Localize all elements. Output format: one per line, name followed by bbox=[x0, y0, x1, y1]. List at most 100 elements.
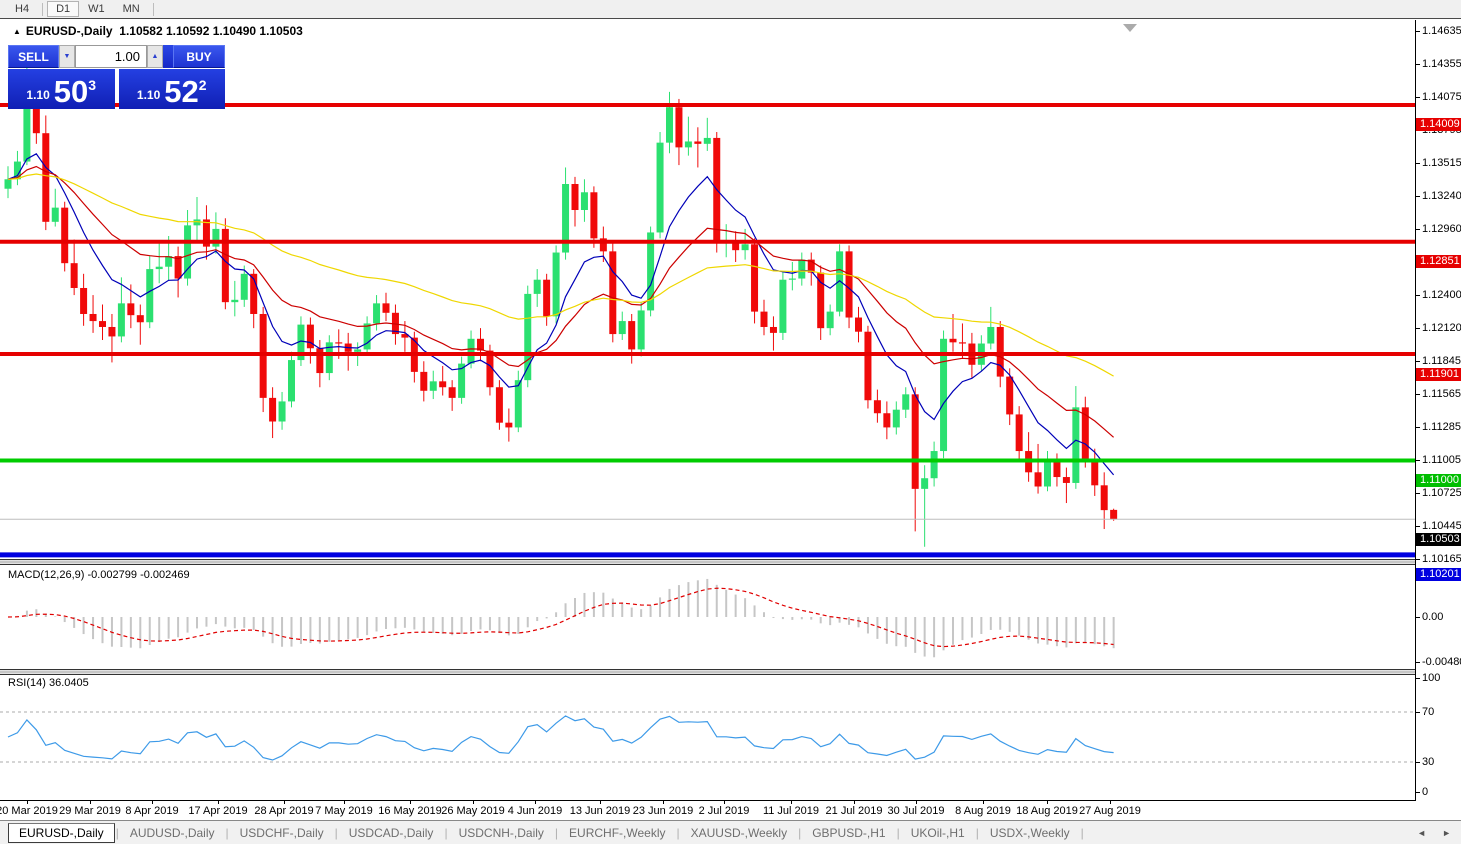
tab-separator: | bbox=[897, 826, 900, 840]
level-badge-1.12851: 1.12851 bbox=[1416, 255, 1461, 268]
level-badge-1.11901: 1.11901 bbox=[1416, 368, 1461, 381]
chart-tab-bar: EURUSD-,Daily | AUDUSD-,Daily | USDCHF-,Dail… bbox=[0, 820, 1461, 844]
tick-label: 1.12960 bbox=[1422, 223, 1461, 235]
candle bbox=[137, 315, 144, 322]
tick-label: 1.10165 bbox=[1422, 553, 1461, 565]
date-label: 29 Mar 2019 bbox=[59, 805, 121, 817]
candle bbox=[742, 244, 749, 250]
volume-decrease-button[interactable]: ▼ bbox=[59, 45, 75, 68]
candle bbox=[335, 342, 342, 343]
chart-tab-audusd-daily[interactable]: AUDUSD-,Daily bbox=[120, 824, 225, 842]
candle bbox=[685, 141, 692, 147]
candle bbox=[553, 253, 560, 317]
price-axis[interactable]: 1.146351.143551.140751.137951.135151.132… bbox=[1415, 20, 1461, 800]
tick-dash bbox=[1416, 460, 1420, 461]
candle bbox=[279, 401, 286, 421]
tick-dash bbox=[1416, 31, 1420, 32]
main-price-pane bbox=[0, 49, 1415, 555]
candle bbox=[184, 225, 191, 278]
rsi-pane bbox=[0, 712, 1415, 762]
level-badge-1.14009: 1.14009 bbox=[1416, 118, 1461, 131]
tick-dash bbox=[1416, 493, 1420, 494]
current-price-badge: 1.10503 bbox=[1416, 533, 1461, 546]
date-tick bbox=[473, 801, 474, 804]
date-label: 13 Jun 2019 bbox=[570, 805, 631, 817]
chart-tab-usdx-weekly[interactable]: USDX-,Weekly bbox=[980, 824, 1080, 842]
candle bbox=[675, 107, 682, 147]
chart-tab-xauusd-weekly[interactable]: XAUUSD-,Weekly bbox=[681, 824, 797, 842]
candle bbox=[212, 229, 219, 247]
one-click-trading-panel: SELL ▼ 1.00 ▲ BUY 1.10 50 3 1.10 52 2 bbox=[8, 45, 225, 109]
candle bbox=[572, 184, 579, 210]
tick-label: 1.13240 bbox=[1422, 190, 1461, 202]
date-tick bbox=[600, 801, 601, 804]
chart-tab-ukoil-h1[interactable]: UKOil-,H1 bbox=[901, 824, 975, 842]
tick-dash bbox=[1416, 394, 1420, 395]
candle bbox=[893, 410, 900, 428]
tick-dash bbox=[1416, 97, 1420, 98]
tick-label: 1.10445 bbox=[1422, 520, 1461, 532]
date-axis[interactable]: 20 Mar 201929 Mar 20198 Apr 201917 Apr 2… bbox=[0, 800, 1416, 819]
candle bbox=[468, 339, 475, 364]
ohlc-values: 1.10582 1.10592 1.10490 1.10503 bbox=[119, 24, 303, 38]
candle bbox=[420, 372, 427, 391]
candle bbox=[1063, 477, 1070, 483]
candle bbox=[694, 141, 701, 143]
date-label: 17 Apr 2019 bbox=[188, 805, 247, 817]
tab-scroll-left-icon[interactable]: ◄ bbox=[1417, 828, 1426, 838]
candle bbox=[931, 451, 938, 478]
candle bbox=[657, 143, 664, 233]
candle bbox=[789, 279, 796, 280]
chart-tab-usdcad-daily[interactable]: USDCAD-,Daily bbox=[339, 824, 444, 842]
date-label: 20 Mar 2019 bbox=[0, 805, 58, 817]
tab-separator: | bbox=[976, 826, 979, 840]
timeframe-button-h4[interactable]: H4 bbox=[6, 1, 38, 17]
tick-dash bbox=[1416, 427, 1420, 428]
tick-label: 1.11005 bbox=[1422, 454, 1461, 466]
date-tick bbox=[791, 801, 792, 804]
chart-tab-eurusd-daily[interactable]: EURUSD-,Daily bbox=[8, 823, 115, 843]
level-badge-1.10201: 1.10201 bbox=[1416, 568, 1461, 581]
buy-price-prefix: 1.10 bbox=[137, 88, 160, 102]
buy-button[interactable]: BUY bbox=[173, 45, 225, 68]
chart-tab-eurchf-weekly[interactable]: EURCHF-,Weekly bbox=[559, 824, 675, 842]
chart-tab-usdchf-daily[interactable]: USDCHF-,Daily bbox=[230, 824, 334, 842]
tick-label: -0.004806 bbox=[1422, 656, 1461, 668]
timeframe-button-mn[interactable]: MN bbox=[114, 1, 149, 17]
sell-button[interactable]: SELL bbox=[8, 45, 59, 68]
candle bbox=[505, 423, 512, 428]
tick-label: 1.13515 bbox=[1422, 157, 1461, 169]
trade-panel-quotes-row: 1.10 50 3 1.10 52 2 bbox=[8, 69, 225, 109]
buy-quote-button[interactable]: 1.10 52 2 bbox=[119, 69, 226, 109]
sell-quote-button[interactable]: 1.10 50 3 bbox=[8, 69, 115, 109]
volume-input[interactable]: 1.00 bbox=[75, 45, 147, 68]
chart-canvas[interactable] bbox=[0, 20, 1415, 800]
tick-dash bbox=[1416, 678, 1420, 679]
date-label: 21 Jul 2019 bbox=[826, 805, 883, 817]
ma-21-line bbox=[8, 167, 1114, 438]
macd-pane bbox=[8, 579, 1114, 657]
chart-shift-marker-icon[interactable] bbox=[1123, 24, 1137, 32]
candle bbox=[496, 387, 503, 422]
timeframe-button-d1[interactable]: D1 bbox=[47, 1, 79, 17]
buy-price-pipette: 2 bbox=[199, 77, 207, 93]
candle bbox=[543, 280, 550, 317]
sell-price-pipette: 3 bbox=[88, 77, 96, 93]
candle bbox=[108, 327, 115, 336]
candle bbox=[354, 349, 361, 351]
volume-increase-button[interactable]: ▲ bbox=[147, 45, 163, 68]
chart-tab-usdcnh-daily[interactable]: USDCNH-,Daily bbox=[449, 824, 554, 842]
candle bbox=[430, 381, 437, 390]
candle bbox=[855, 318, 862, 332]
timeframe-button-w1[interactable]: W1 bbox=[79, 1, 114, 17]
tab-scroll-right-icon[interactable]: ► bbox=[1442, 828, 1451, 838]
tick-dash bbox=[1416, 328, 1420, 329]
symbol-label: EURUSD-,Daily bbox=[26, 24, 113, 38]
collapse-triangle-icon[interactable]: ▲ bbox=[13, 27, 21, 36]
candle bbox=[42, 133, 49, 222]
tab-scroll-arrows: ◄► bbox=[1417, 828, 1451, 838]
chart-tab-gbpusd-h1[interactable]: GBPUSD-,H1 bbox=[802, 824, 895, 842]
tick-label: 70 bbox=[1422, 706, 1434, 718]
date-tick bbox=[152, 801, 153, 804]
date-tick bbox=[344, 801, 345, 804]
